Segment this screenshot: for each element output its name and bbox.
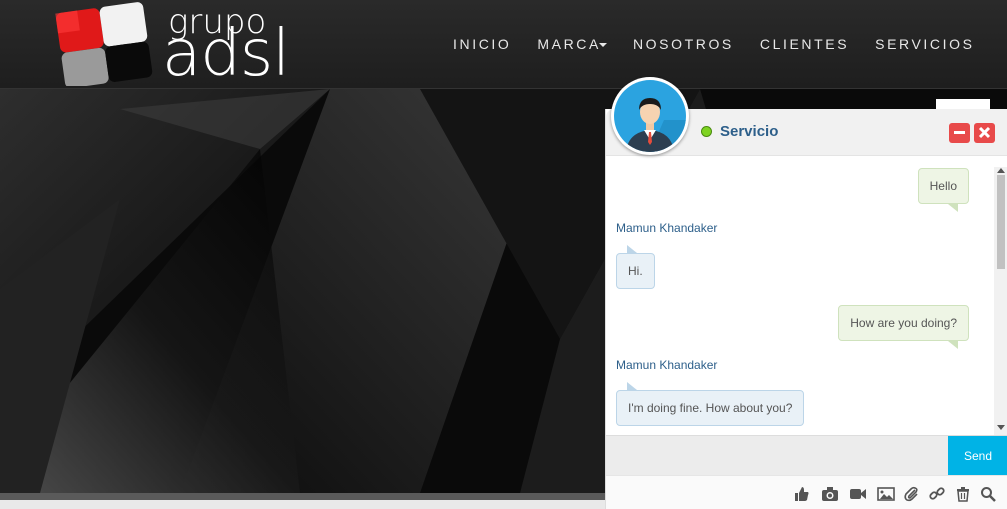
minimize-button[interactable] xyxy=(949,123,970,143)
message-bubble-incoming: I'm doing fine. How about you? xyxy=(616,382,805,426)
video-icon[interactable] xyxy=(849,486,867,502)
send-button[interactable]: Send xyxy=(948,436,1007,476)
trash-icon[interactable] xyxy=(955,486,971,502)
agent-avatar-image xyxy=(614,80,686,152)
nav-item-marca[interactable]: MARCA xyxy=(537,36,607,52)
agent-avatar xyxy=(611,77,689,155)
logo-mark-icon xyxy=(55,2,153,86)
close-button[interactable] xyxy=(974,123,995,143)
image-icon[interactable] xyxy=(877,486,895,502)
minus-icon xyxy=(954,131,965,134)
main-nav: INICIO MARCA NOSOTROS CLIENTES SERVICIOS xyxy=(453,36,1001,52)
chat-title: Servicio xyxy=(720,123,779,140)
message-composer: Send xyxy=(606,435,1007,476)
logo[interactable]: grupo adsl xyxy=(50,2,330,90)
paperclip-icon[interactable] xyxy=(904,486,920,502)
chat-widget: Servicio Hello Mamun Khandaker Hi. How a… xyxy=(605,109,1007,509)
camera-icon[interactable] xyxy=(821,486,839,502)
chat-toolbar xyxy=(606,475,1007,509)
scroll-down-icon[interactable] xyxy=(997,425,1005,430)
thumbs-up-icon[interactable] xyxy=(794,486,810,502)
scroll-up-icon[interactable] xyxy=(997,168,1005,173)
message-bubble-outgoing: Hello xyxy=(917,168,969,212)
nav-item-nosotros[interactable]: NOSOTROS xyxy=(633,36,734,52)
person-icon xyxy=(626,98,686,152)
scroll-thumb[interactable] xyxy=(997,175,1005,269)
chevron-down-icon xyxy=(598,43,607,48)
close-icon xyxy=(978,126,991,139)
logo-text-big: adsl xyxy=(162,17,290,91)
message-input[interactable] xyxy=(606,436,948,475)
message-bubble-outgoing: How are you doing? xyxy=(838,305,969,349)
link-icon[interactable] xyxy=(929,486,945,502)
message-sender: Mamun Khandaker xyxy=(616,358,718,372)
nav-item-marca-label: MARCA xyxy=(537,36,601,52)
nav-item-servicios[interactable]: SERVICIOS xyxy=(875,36,974,52)
search-icon[interactable] xyxy=(980,486,996,502)
message-sender: Mamun Khandaker xyxy=(616,221,718,235)
online-status-icon xyxy=(701,126,712,137)
message-list: Hello Mamun Khandaker Hi. How are you do… xyxy=(606,156,996,435)
message-bubble-incoming: Hi. xyxy=(616,245,655,289)
nav-item-clientes[interactable]: CLIENTES xyxy=(760,36,849,52)
site-header: grupo adsl INICIO MARCA NOSOTROS CLIENTE… xyxy=(0,0,1007,90)
message-scrollbar[interactable] xyxy=(994,167,1007,435)
nav-item-inicio[interactable]: INICIO xyxy=(453,36,511,52)
